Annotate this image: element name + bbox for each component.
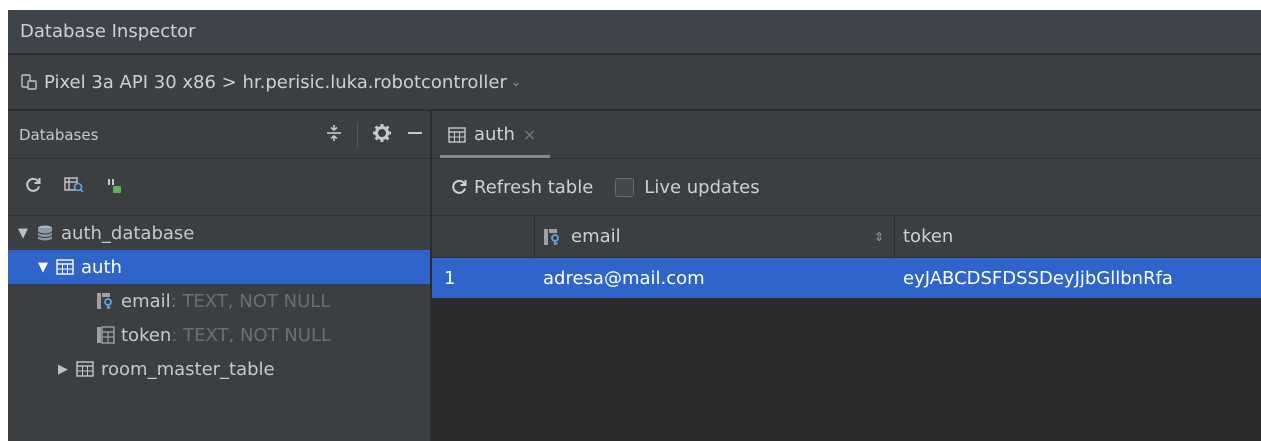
databases-header: Databases	[8, 111, 430, 159]
tree-item-column-token[interactable]: token : TEXT, NOT NULL	[8, 318, 430, 352]
primary-key-column-icon	[543, 228, 563, 246]
databases-header-tools	[325, 111, 424, 159]
expand-arrow-icon[interactable]: ▶	[58, 362, 76, 377]
window-title: Database Inspector	[20, 21, 196, 42]
primary-key-column-icon	[96, 291, 118, 311]
tree-item-auth-database[interactable]: ▼ auth_database	[8, 216, 430, 250]
databases-toolbar	[8, 159, 430, 216]
table-name: auth	[81, 256, 122, 278]
tab-strip: auth ×	[432, 111, 1261, 159]
expand-arrow-icon[interactable]: ▼	[38, 260, 56, 275]
minimize-icon[interactable]	[406, 123, 424, 147]
database-name: auth_database	[61, 222, 195, 244]
tab-auth[interactable]: auth ×	[432, 111, 551, 158]
collapse-all-icon[interactable]	[325, 123, 343, 147]
table-view-panel: auth × Refresh table Live updates email …	[432, 111, 1261, 441]
cell-token[interactable]: eyJABCDSFDSSDeyJjbGllbnRfa	[895, 268, 1261, 289]
column-name: token	[121, 324, 172, 346]
refresh-table-label: Refresh table	[474, 176, 594, 198]
expand-arrow-icon[interactable]: ▼	[18, 226, 36, 241]
refresh-icon[interactable]	[24, 176, 42, 198]
column-type: : TEXT, NOT NULL	[171, 324, 331, 346]
tab-label: auth	[474, 124, 515, 145]
live-updates-label: Live updates	[644, 176, 760, 198]
table-row[interactable]: 1 adresa@mail.com eyJABCDSFDSSDeyJjbGllb…	[432, 258, 1261, 298]
query-table-icon[interactable]	[64, 176, 84, 198]
live-updates-checkbox[interactable]	[615, 177, 635, 197]
table-icon	[76, 359, 98, 379]
row-number: 1	[444, 267, 456, 289]
table-name: room_master_table	[101, 358, 275, 380]
grid-header: email ⇕ token	[432, 216, 1261, 258]
device-path: Pixel 3a API 30 x86 > hr.perisic.luka.ro…	[44, 71, 507, 93]
table-icon	[448, 126, 466, 143]
tree-item-auth-table[interactable]: ▼ auth	[8, 250, 430, 284]
column-header-label: token	[903, 226, 954, 247]
databases-panel: Databases ▼ auth_database ▼ auth email:…	[8, 111, 431, 441]
database-tree: ▼ auth_database ▼ auth email: TEXT, NOT…	[8, 216, 430, 386]
column-header-token[interactable]: token	[895, 216, 1261, 257]
device-icon	[20, 71, 42, 93]
column-icon	[96, 325, 118, 345]
refresh-icon	[450, 178, 468, 196]
refresh-table-button[interactable]: Refresh table	[450, 177, 593, 198]
keep-connection-icon[interactable]	[106, 176, 122, 198]
tree-item-column-email[interactable]: email : TEXT, NOT NULL	[8, 284, 430, 318]
toolbar-separator	[357, 122, 358, 148]
databases-header-label: Databases	[19, 125, 99, 144]
row-number-header	[432, 216, 535, 257]
table-toolbar: Refresh table Live updates	[432, 159, 1261, 216]
sort-icon[interactable]: ⇕	[874, 230, 884, 244]
chevron-down-icon: ⌄	[510, 75, 521, 89]
title-bar: Database Inspector	[8, 10, 1261, 54]
column-header-email[interactable]: email ⇕	[535, 216, 895, 257]
database-inspector-window: Database Inspector Pixel 3a API 30 x86 >…	[8, 10, 1261, 441]
close-icon[interactable]: ×	[523, 125, 536, 144]
column-header-label: email	[571, 226, 621, 247]
tree-item-room-master-table[interactable]: ▶ room_master_table	[8, 352, 430, 386]
device-selector[interactable]: Pixel 3a API 30 x86 > hr.perisic.luka.ro…	[8, 55, 1261, 110]
database-icon	[36, 223, 58, 243]
column-name: email	[121, 290, 171, 312]
column-type: : TEXT, NOT NULL	[170, 290, 331, 312]
table-icon	[56, 257, 78, 277]
gear-icon[interactable]	[372, 123, 392, 147]
cell-email[interactable]: adresa@mail.com	[535, 268, 895, 289]
top-strip	[0, 0, 1261, 10]
